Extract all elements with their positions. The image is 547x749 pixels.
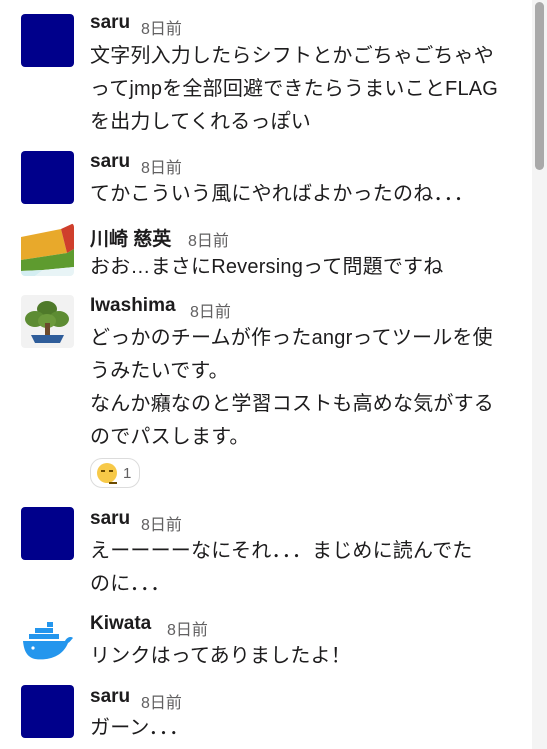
timestamp[interactable]: 8日前 [141, 15, 182, 39]
avatar[interactable] [21, 507, 74, 560]
timestamp[interactable]: 8日前 [188, 227, 229, 251]
avatar[interactable] [21, 14, 74, 67]
message-text: を出力してくれるっぽい [90, 111, 311, 133]
message-text: なんか癪なのと学習コストも高めな気がする [90, 393, 494, 415]
message-text: おお…まさにReversingって問題ですね [90, 256, 444, 278]
message-text: リンクはってありましたよ！ [90, 645, 351, 667]
message-text: どっかのチームが作ったangrってツールを使 [90, 327, 493, 349]
message-text: うみたいです。 [90, 360, 229, 382]
message-text: えーーーーなにそれ．．．まじめに読んでた [90, 540, 473, 562]
timestamp[interactable]: 8日前 [141, 689, 182, 713]
avatar[interactable] [21, 614, 74, 667]
author-name[interactable]: saru [90, 12, 130, 34]
avatar[interactable] [21, 151, 74, 204]
message-text: ガーン．．． [90, 717, 190, 739]
author-name[interactable]: 川崎 慈英 [90, 224, 171, 251]
timestamp[interactable]: 8日前 [141, 511, 182, 535]
message-text: のに．．． [90, 573, 171, 595]
timestamp[interactable]: 8日前 [190, 298, 231, 322]
timestamp[interactable]: 8日前 [167, 616, 208, 640]
scrollbar-thumb[interactable] [535, 2, 544, 170]
reaction-count: 1 [123, 464, 132, 482]
timestamp[interactable]: 8日前 [141, 154, 182, 178]
author-name[interactable]: saru [90, 686, 130, 708]
message-text: 文字列入力したらシフトとかごちゃごちゃや [90, 45, 494, 67]
avatar[interactable] [21, 295, 74, 348]
avatar[interactable] [21, 685, 74, 738]
author-name[interactable]: saru [90, 508, 130, 530]
bonsai-tree-icon [21, 295, 74, 348]
author-name[interactable]: Kiwata [90, 613, 151, 635]
author-name[interactable]: Iwashima [90, 295, 176, 317]
colored-tile-icon [21, 223, 74, 276]
author-name[interactable]: saru [90, 151, 130, 173]
scrollbar[interactable] [532, 0, 547, 749]
message-text: のでパスします。 [90, 426, 250, 448]
avatar[interactable] [21, 223, 74, 276]
docker-whale-icon [21, 614, 74, 667]
message-text: てかこういう風にやればよかったのね．．． [90, 183, 474, 205]
reaction-pill[interactable]: 1 [90, 458, 140, 488]
message-text: ってjmpを全部回避できたらうまいことFLAG [90, 78, 499, 100]
expressionless-face-icon [97, 463, 117, 484]
message-feed: saru 8日前 文字列入力したらシフトとかごちゃごちゃや ってjmpを全部回避… [0, 0, 532, 749]
